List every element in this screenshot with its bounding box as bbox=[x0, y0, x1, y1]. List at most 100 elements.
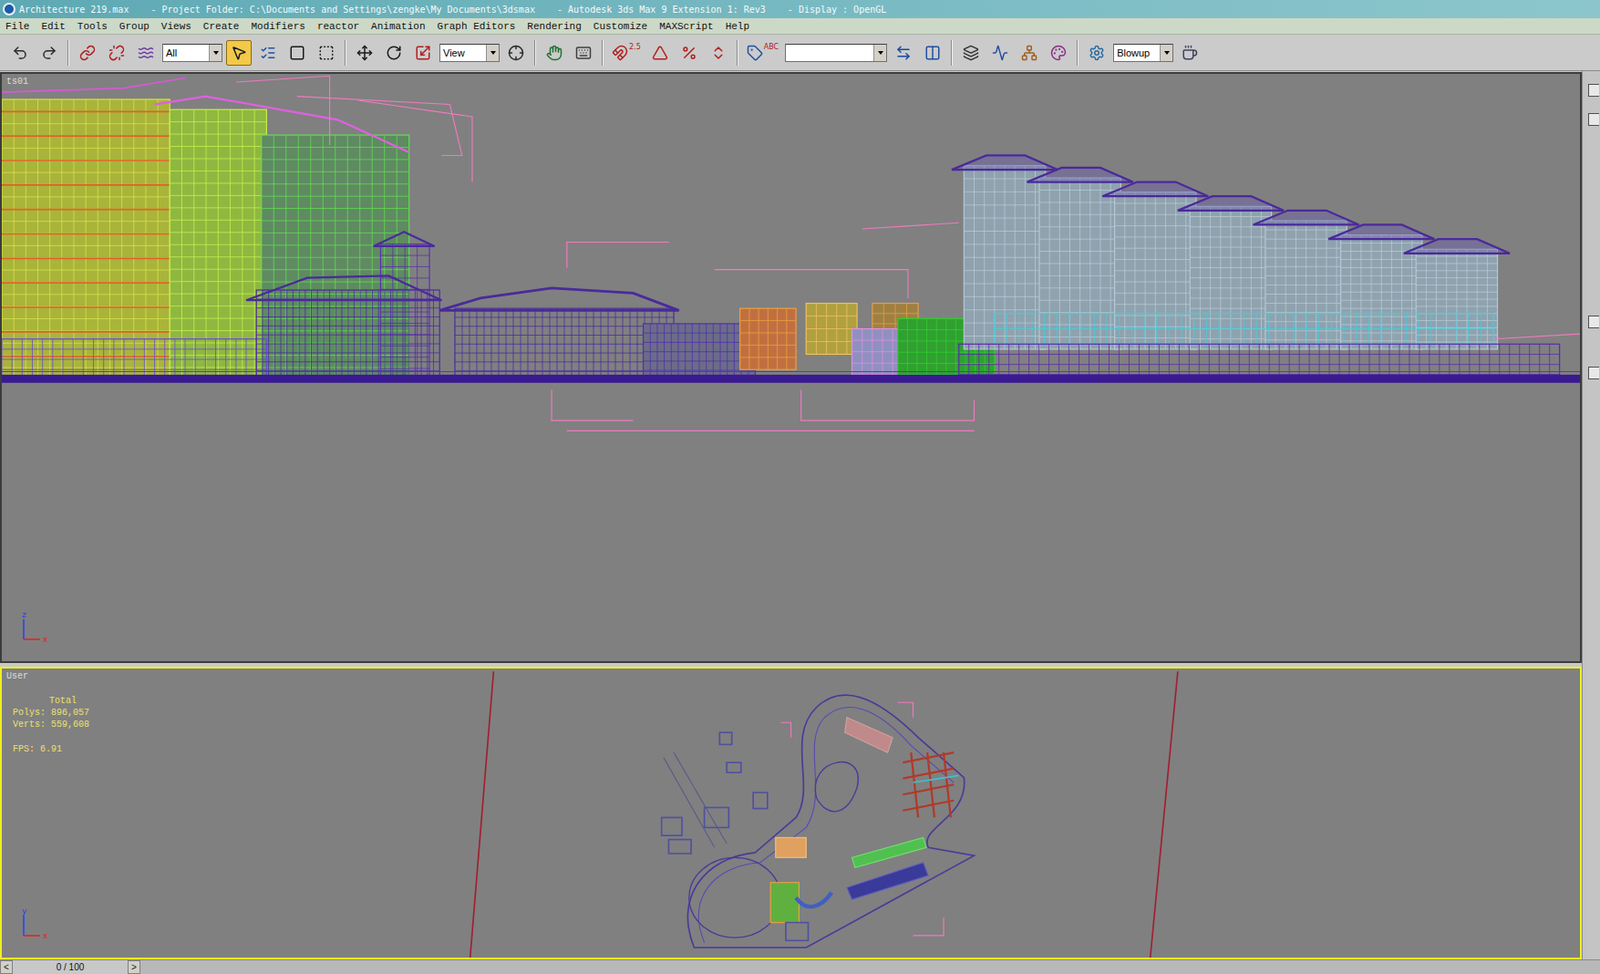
viewport-statistics: TotalPolys:896,057Verts:559,608FPS:6.91 bbox=[12, 695, 90, 754]
axis-tripod-icon: yx bbox=[16, 906, 57, 943]
render-teapot-icon bbox=[1181, 44, 1198, 62]
named-selection-icon bbox=[746, 44, 764, 62]
panel-tab[interactable] bbox=[1588, 315, 1600, 329]
toolbar-button[interactable] bbox=[676, 40, 702, 66]
toolbar-button[interactable] bbox=[1176, 40, 1203, 66]
toolbar-button[interactable] bbox=[313, 40, 340, 66]
stat-row: Verts:559,608 bbox=[12, 719, 90, 730]
toolbar-button[interactable] bbox=[103, 40, 130, 66]
workspace: ts01zx User TotalPolys:896,057Verts:559,60… bbox=[0, 71, 1600, 960]
podium bbox=[1, 339, 267, 381]
menu-item[interactable]: Help bbox=[725, 20, 750, 32]
time-slider-thumb[interactable]: 0 / 100 bbox=[12, 960, 128, 974]
dropdown-arrow-icon[interactable] bbox=[485, 44, 499, 62]
viewport-area: ts01zx User TotalPolys:896,057Verts:559,60… bbox=[0, 71, 1582, 960]
dropdown-arrow-icon[interactable] bbox=[873, 44, 887, 62]
toolbar-button[interactable] bbox=[570, 40, 597, 66]
viewport-label[interactable]: User bbox=[6, 670, 29, 682]
toolbar-button[interactable] bbox=[919, 40, 946, 66]
max-window: Architecture 219.max - Project Folder: C… bbox=[0, 0, 1600, 974]
panel-tab[interactable] bbox=[1588, 113, 1600, 126]
toolbar-button[interactable] bbox=[284, 40, 310, 66]
toolbar-button[interactable] bbox=[1045, 40, 1072, 66]
pivot-icon bbox=[507, 44, 525, 62]
camera-viewport[interactable]: ts01zx bbox=[0, 72, 1582, 663]
toolbar-button[interactable] bbox=[36, 40, 62, 66]
toolbar-button[interactable] bbox=[255, 40, 281, 66]
mirror-icon bbox=[895, 44, 912, 62]
window-crossing-icon bbox=[318, 44, 335, 62]
scale-icon bbox=[414, 44, 432, 62]
svg-text:x: x bbox=[42, 930, 49, 940]
toolbar-button[interactable] bbox=[890, 40, 917, 66]
building bbox=[1415, 248, 1497, 350]
building bbox=[1039, 177, 1121, 350]
manipulate-icon bbox=[546, 44, 563, 62]
toolbar-button[interactable] bbox=[705, 40, 732, 66]
toolbar-button[interactable] bbox=[381, 40, 407, 66]
menu-item[interactable]: Tools bbox=[77, 20, 108, 32]
button-badge: ABC bbox=[763, 42, 779, 52]
time-track[interactable] bbox=[140, 960, 1600, 974]
menu-item[interactable]: Rendering bbox=[526, 20, 581, 32]
toolbar-button[interactable] bbox=[503, 40, 529, 66]
toolbar-button[interactable] bbox=[351, 40, 378, 66]
menu-item[interactable]: Edit bbox=[41, 20, 65, 32]
toolbar-button[interactable]: 2.5 bbox=[609, 40, 644, 66]
menu-item[interactable]: Animation bbox=[371, 20, 425, 32]
menu-item[interactable]: Modifiers bbox=[250, 20, 305, 32]
time-prev-button[interactable]: < bbox=[0, 960, 13, 974]
perspective-scene bbox=[1, 73, 1580, 661]
menu-item[interactable]: MAXScript bbox=[659, 20, 713, 32]
toolbar-dropdown[interactable]: Blowup bbox=[1113, 43, 1174, 62]
toolbar-button[interactable] bbox=[74, 40, 101, 66]
menu-item[interactable]: File bbox=[5, 20, 30, 32]
toolbar-button[interactable] bbox=[541, 40, 568, 66]
toolbar-button[interactable] bbox=[410, 40, 436, 66]
toolbar-button[interactable] bbox=[133, 40, 159, 66]
dropdown-arrow-icon[interactable] bbox=[1159, 44, 1173, 62]
toolbar-dropdown[interactable]: View bbox=[439, 43, 500, 62]
colonnade bbox=[959, 343, 1560, 375]
panel-tab[interactable] bbox=[1588, 83, 1600, 97]
schematic-icon bbox=[1021, 44, 1038, 62]
menu-item[interactable]: reactor bbox=[317, 20, 360, 32]
user-viewport[interactable]: User TotalPolys:896,057Verts:559,608FPS:6… bbox=[0, 666, 1582, 960]
menu-item[interactable]: Views bbox=[161, 20, 192, 32]
panel-tab[interactable] bbox=[1588, 366, 1600, 380]
toolbar-button[interactable] bbox=[1083, 40, 1110, 66]
toolbar-button[interactable] bbox=[958, 40, 984, 66]
time-next-button[interactable]: > bbox=[127, 960, 141, 974]
link-icon bbox=[79, 44, 96, 62]
arcade bbox=[994, 313, 1494, 345]
toolbar-button[interactable] bbox=[226, 40, 252, 66]
toolbar-button[interactable] bbox=[987, 40, 1013, 66]
pavilion bbox=[454, 308, 674, 380]
toolbar-separator bbox=[1076, 40, 1079, 66]
toolbar-button[interactable] bbox=[7, 40, 33, 66]
menu-item[interactable]: Create bbox=[203, 20, 240, 32]
named-selection-field[interactable] bbox=[784, 43, 888, 62]
keyboard-icon bbox=[575, 44, 592, 62]
spinner-snap-icon bbox=[710, 44, 727, 62]
pavilion bbox=[256, 289, 440, 380]
undo-icon bbox=[11, 44, 29, 62]
menu-item[interactable]: Customize bbox=[593, 20, 648, 32]
rotate-icon bbox=[385, 44, 403, 62]
menu-item[interactable]: Graph Editors bbox=[437, 20, 517, 32]
unlink-icon bbox=[108, 44, 125, 62]
menu-item[interactable]: Group bbox=[119, 20, 150, 32]
rectangle-region-icon bbox=[289, 44, 306, 62]
menu-bar: File Edit Tools Group Views Create Modifiers re… bbox=[0, 18, 1600, 35]
toolbar-button[interactable] bbox=[1016, 40, 1043, 66]
toolbar-dropdown[interactable]: All bbox=[162, 43, 223, 62]
toolbar-button[interactable]: ABC bbox=[743, 40, 782, 66]
window-title: Architecture 219.max - Project Folder: C… bbox=[19, 4, 887, 15]
time-slider: <0 / 100> bbox=[0, 959, 1600, 974]
viewport-label[interactable]: ts01 bbox=[6, 76, 29, 87]
svg-text:x: x bbox=[42, 634, 49, 644]
align-icon bbox=[924, 44, 941, 62]
redo-icon bbox=[41, 44, 58, 62]
dropdown-arrow-icon[interactable] bbox=[208, 44, 222, 62]
toolbar-button[interactable] bbox=[647, 40, 673, 66]
